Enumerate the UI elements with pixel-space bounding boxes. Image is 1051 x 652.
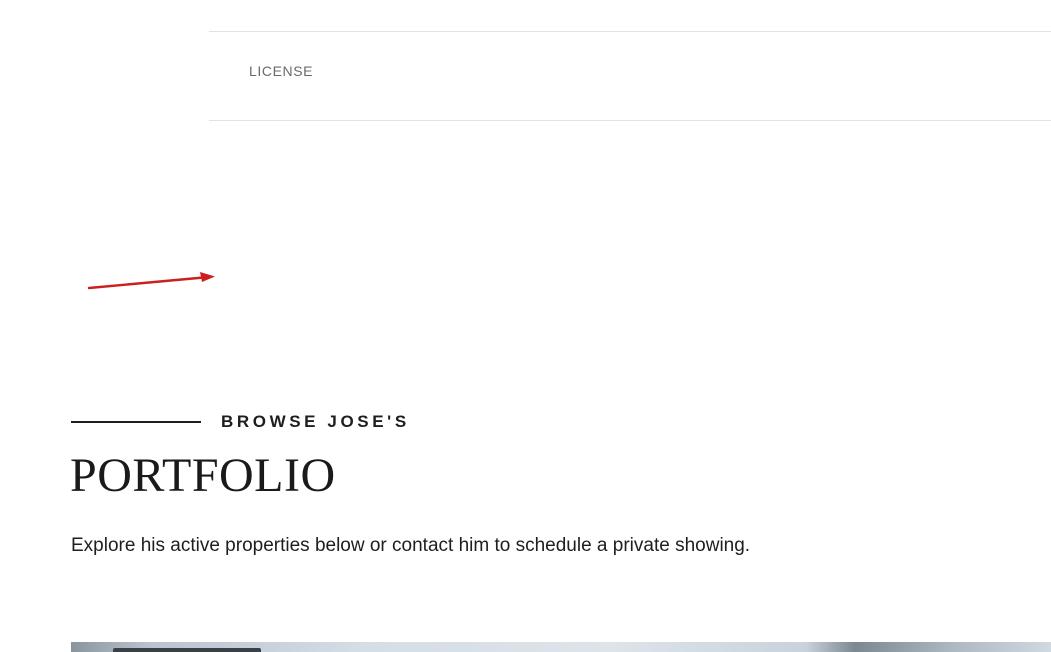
- section-title: PORTFOLIO: [70, 449, 336, 502]
- property-listing-image[interactable]: [71, 642, 1051, 652]
- section-eyebrow: BROWSE JOSE'S: [71, 410, 410, 434]
- annotation-arrow-icon: [87, 272, 215, 290]
- page: LICENSE BROWSE JOSE'S PORTFOLIO Explore …: [0, 0, 1051, 652]
- section-description: Explore his active properties below or c…: [71, 535, 751, 556]
- image-detail: [113, 648, 261, 652]
- eyebrow-text: BROWSE JOSE'S: [221, 412, 410, 431]
- eyebrow-rule: [71, 421, 201, 423]
- license-label: LICENSE: [249, 63, 314, 79]
- divider: [209, 31, 1051, 32]
- divider: [209, 120, 1051, 121]
- agent-info-table: LICENSE: [209, 0, 1051, 121]
